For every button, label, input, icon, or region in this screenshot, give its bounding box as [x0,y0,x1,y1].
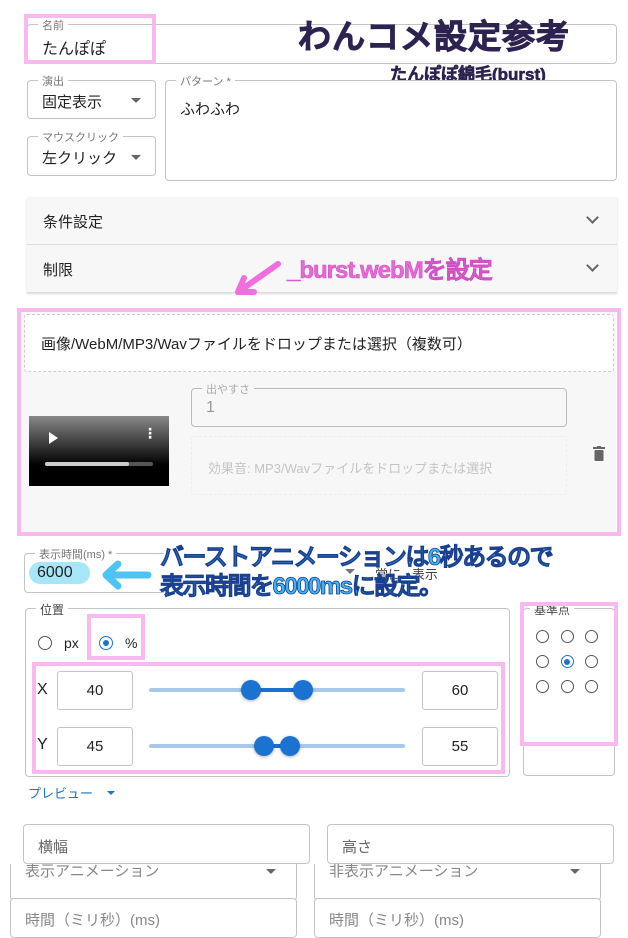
anchor-radio[interactable] [560,680,574,693]
likelihood-label: 出やすさ [202,381,254,397]
hide-time-input[interactable]: 時間（ミリ秒）(ms) [314,898,601,938]
video-preview[interactable]: ⋮ [29,416,169,486]
anchor-radio[interactable] [560,655,574,668]
overlay-title: わんコメ設定参考 [298,18,570,56]
dropdown-arrow-icon [131,98,141,103]
height-input[interactable]: 高さ [327,824,614,864]
show-animation-label: 表示アニメーション [25,864,160,880]
width-input[interactable]: 横幅 [23,824,310,864]
play-icon[interactable] [49,432,58,444]
slider-thumb[interactable] [292,680,313,700]
unit-px-label: px [64,635,79,651]
likelihood-value: 1 [206,399,215,416]
y-label: Y [37,736,48,753]
anchor-radio[interactable] [585,680,598,693]
hide-animation-label: 非表示アニメーション [329,864,479,880]
pattern-label: パターン * [176,73,235,89]
effect-value: 固定表示 [42,94,103,111]
annotation-duration: バーストアニメーションは6秒あるので 表示時間を6000msに設定。 [160,543,554,601]
annotation-line: バーストアニメーションは6秒あるので [160,544,554,572]
dropdown-arrow-icon [131,155,141,160]
show-animation-select[interactable]: 表示アニメーション [10,864,297,901]
show-time-label: 時間（ミリ秒）(ms) [25,912,160,929]
anchor-radio[interactable] [536,680,549,693]
pattern-textarea[interactable]: パターン * ふわふわ [165,73,617,181]
y-max-input[interactable]: 55 [422,727,498,766]
x-range-slider[interactable] [149,680,405,700]
dropdown-arrow-icon [570,869,580,874]
dropzone-text: 画像/WebM/MP3/Wavファイルをドロップまたは選択（複数可） [41,336,472,353]
x-max-input[interactable]: 60 [422,671,498,710]
show-time-input[interactable]: 時間（ミリ秒）(ms) [10,898,297,938]
sound-dropzone[interactable]: 効果音: MP3/Wavファイルをドロップまたは選択 [191,436,567,495]
accordion-conditions[interactable]: 条件設定 [27,197,617,245]
sound-placeholder: 効果音: MP3/Wavファイルをドロップまたは選択 [208,461,493,476]
x-label: X [37,681,48,698]
chevron-down-icon [586,211,599,224]
mouse-click-label: マウスクリック [38,129,123,145]
preview-toggle[interactable]: プレビュー [28,783,93,802]
more-options-icon[interactable]: ⋮ [143,426,157,440]
trash-icon[interactable] [593,446,605,462]
unit-percent-label: % [125,635,138,651]
annotation-line: 表示時間を6000msに設定。 [160,573,444,601]
position-label: 位置 [36,601,69,618]
y-min-input[interactable]: 45 [57,727,133,766]
duration-value: 6000 [37,564,73,581]
height-placeholder: 高さ [342,839,373,856]
likelihood-field[interactable]: 出やすさ 1 [191,381,567,427]
radio-px[interactable] [38,636,52,650]
video-progress[interactable] [45,462,153,466]
hide-time-label: 時間（ミリ秒）(ms) [329,912,464,929]
slider-thumb[interactable] [279,736,300,756]
anchor-radio[interactable] [536,630,549,643]
anchor-radio[interactable] [585,630,598,643]
file-dropzone[interactable]: 画像/WebM/MP3/Wavファイルをドロップまたは選択（複数可） [24,314,614,372]
accordion-label: 条件設定 [43,214,104,231]
anchor-radio[interactable] [560,630,574,643]
mouse-click-select[interactable]: マウスクリック 左クリック [27,129,156,176]
name-value: たんぽぽ [42,41,107,58]
pattern-value: ふわふわ [180,101,241,118]
name-label: 名前 [38,17,68,33]
cyan-arrow-icon [102,560,152,590]
dropdown-arrow-icon [266,869,276,874]
radio-percent[interactable] [99,636,113,650]
y-range-slider[interactable] [149,736,405,756]
dropdown-arrow-icon [107,791,115,795]
hide-animation-select[interactable]: 非表示アニメーション [314,864,601,901]
anchor-radio[interactable] [585,655,598,668]
anchor-label: 基準点 [530,601,575,618]
effect-label: 演出 [38,73,68,89]
mouse-click-value: 左クリック [42,150,118,167]
effect-select[interactable]: 演出 固定表示 [27,73,156,119]
accordion-label: 制限 [43,262,74,279]
pink-arrow-icon [235,261,281,295]
x-min-input[interactable]: 40 [57,671,133,710]
anchor-radio[interactable] [536,655,549,668]
chevron-down-icon [586,259,599,272]
width-placeholder: 横幅 [38,839,69,856]
annotation-webm: _burst.webMを設定 [287,257,493,285]
